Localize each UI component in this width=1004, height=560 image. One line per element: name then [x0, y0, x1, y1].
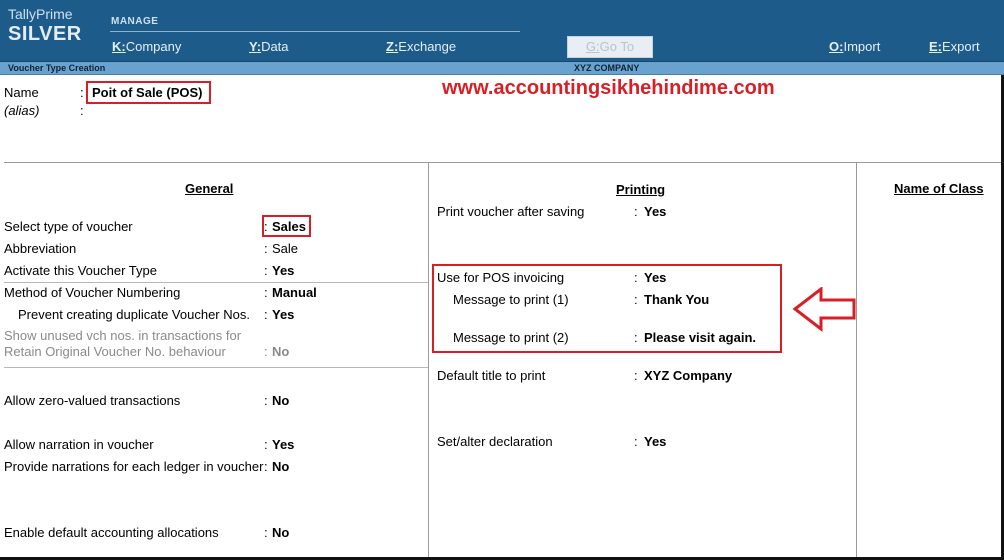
brand: TallyPrime SILVER	[8, 6, 82, 46]
colon: :	[264, 459, 268, 474]
declaration-field[interactable]: Yes	[644, 434, 666, 449]
default-title-field[interactable]: XYZ Company	[644, 368, 732, 383]
alias-label: (alias)	[4, 103, 40, 118]
app-name: TallyPrime	[8, 6, 73, 22]
menu-goto-key: G	[585, 39, 597, 54]
general-divider-2	[4, 367, 428, 368]
colon: :	[264, 263, 268, 278]
name-label: Name	[4, 85, 39, 100]
menu-import-label: Import	[843, 39, 881, 54]
abbreviation-label: Abbreviation	[4, 241, 77, 256]
colon: :	[264, 525, 268, 540]
default-allocations-field[interactable]: No	[272, 525, 289, 540]
menu-data-label: Data	[261, 39, 289, 54]
show-unused-label: Show unused vch nos. in transactions for	[4, 328, 242, 343]
menu-export-label: Export	[942, 39, 980, 54]
arrow-left-icon	[793, 287, 856, 332]
menu-company[interactable]: K:Company	[112, 39, 181, 54]
column-divider-1	[428, 162, 429, 557]
manage-divider	[110, 31, 520, 32]
colon: :	[634, 204, 638, 219]
watermark-url: www.accountingsikhehindime.com	[442, 77, 775, 99]
print-after-saving-field[interactable]: Yes	[644, 204, 666, 219]
colon: :	[634, 292, 638, 307]
voucher-type-field[interactable]: Sales	[272, 219, 306, 234]
menu-company-key: K	[112, 39, 122, 54]
colon: :	[634, 270, 638, 285]
colon: :	[264, 285, 268, 300]
allow-narration-label: Allow narration in voucher	[4, 437, 154, 452]
zero-valued-label: Allow zero-valued transactions	[4, 393, 181, 408]
title-strip: Voucher Type Creation XYZ COMPANY	[0, 62, 1004, 75]
default-title-label: Default title to print	[437, 368, 546, 383]
name-field[interactable]: Poit of Sale (POS)	[92, 85, 203, 100]
menu-goto-label: Go To	[599, 39, 635, 54]
colon: :	[264, 219, 268, 234]
zero-valued-field[interactable]: No	[272, 393, 289, 408]
narration-per-ledger-label: Provide narrations for each ledger in vo…	[4, 459, 264, 474]
screen-title: Voucher Type Creation	[8, 63, 106, 73]
menu-export[interactable]: E:Export	[929, 39, 980, 54]
retain-original-field: No	[272, 344, 290, 359]
abbreviation-field[interactable]: Sale	[272, 241, 298, 256]
narration-per-ledger-field[interactable]: No	[272, 459, 289, 474]
retain-original-label: Retain Original Voucher No. behaviour	[4, 344, 226, 359]
general-section-title: General	[185, 181, 234, 196]
default-allocations-label: Enable default accounting allocations	[4, 525, 219, 540]
general-divider-1	[4, 282, 428, 283]
prevent-duplicate-field[interactable]: Yes	[272, 307, 294, 322]
colon: :	[634, 330, 638, 345]
colon: :	[264, 437, 268, 452]
colon: :	[634, 434, 638, 449]
company-name: XYZ COMPANY	[574, 63, 640, 73]
print-after-saving-label: Print voucher after saving	[437, 204, 585, 219]
menu-exchange-label: Exchange	[398, 39, 457, 54]
colon: :	[264, 307, 268, 322]
app-edition: SILVER	[8, 23, 82, 45]
message-2-label: Message to print (2)	[453, 330, 569, 345]
numbering-method-field[interactable]: Manual	[272, 285, 317, 300]
menu-data-key: Y	[249, 39, 257, 54]
menu-exchange[interactable]: Z:Exchange	[386, 39, 456, 54]
menu-goto-button[interactable]: G:Go To	[567, 36, 653, 58]
colon: :	[264, 393, 268, 408]
menu-exchange-key: Z	[386, 39, 394, 54]
menu-import[interactable]: O:Import	[829, 39, 880, 54]
prevent-duplicate-label: Prevent creating duplicate Voucher Nos.	[18, 307, 250, 322]
name-colon: :	[80, 85, 84, 100]
top-bar: TallyPrime SILVER MANAGE K:Company Y:Dat…	[0, 0, 1004, 62]
menu-export-key: E	[929, 39, 938, 54]
voucher-type-label: Select type of voucher	[4, 219, 133, 234]
menu-company-label: Company	[125, 39, 182, 54]
allow-narration-field[interactable]: Yes	[272, 437, 294, 452]
name-of-class-title: Name of Class	[894, 181, 984, 196]
message-1-label: Message to print (1)	[453, 292, 569, 307]
activate-label: Activate this Voucher Type	[4, 263, 157, 278]
message-1-field[interactable]: Thank You	[644, 292, 709, 307]
printing-section-title: Printing	[616, 182, 666, 197]
numbering-method-label: Method of Voucher Numbering	[4, 285, 181, 300]
colon: :	[634, 368, 638, 383]
alias-field[interactable]	[92, 103, 292, 118]
menu-data[interactable]: Y:Data	[249, 39, 289, 54]
pos-invoicing-label: Use for POS invoicing	[437, 270, 565, 285]
menu-import-key: O	[829, 39, 840, 54]
declaration-label: Set/alter declaration	[437, 434, 553, 449]
activate-field[interactable]: Yes	[272, 263, 294, 278]
message-2-field[interactable]: Please visit again.	[644, 330, 756, 345]
pos-invoicing-field[interactable]: Yes	[644, 270, 666, 285]
colon: :	[264, 344, 268, 359]
alias-colon: :	[80, 103, 84, 118]
manage-label: MANAGE	[111, 16, 159, 27]
header-divider	[4, 162, 1001, 163]
colon: :	[264, 241, 268, 256]
column-divider-2	[856, 162, 857, 557]
